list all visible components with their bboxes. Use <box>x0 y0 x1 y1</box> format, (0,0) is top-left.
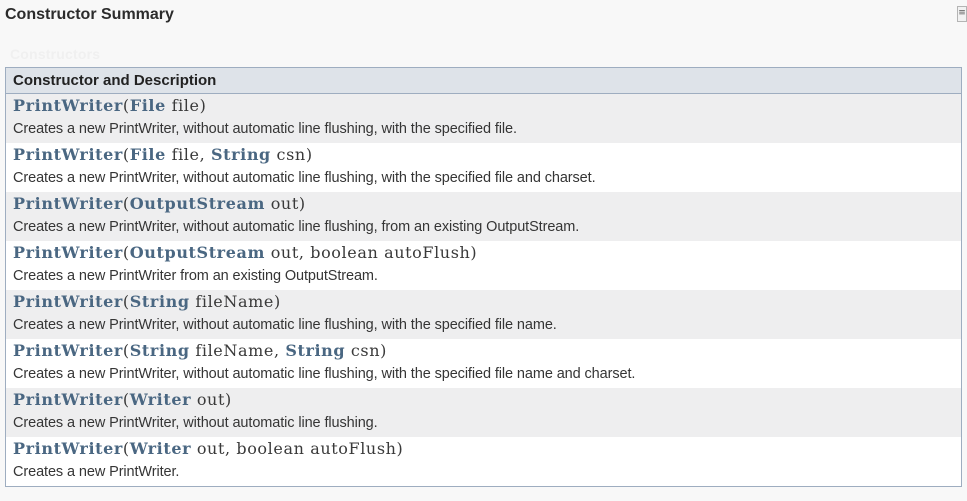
param-type-link[interactable]: File <box>130 145 166 164</box>
constructor-signature: PrintWriter(File file, String csn) <box>13 145 313 164</box>
param-type-link[interactable]: String <box>130 341 190 360</box>
constructor-table: Constructor and Description PrintWriter(… <box>5 67 962 487</box>
scroll-menu-icon[interactable]: ≡ <box>957 6 967 22</box>
paren-close: ) <box>380 341 387 360</box>
table-row: PrintWriter(Writer out) Creates a new Pri… <box>6 388 961 437</box>
param-name: out <box>270 194 299 213</box>
constructor-link[interactable]: PrintWriter <box>13 341 123 360</box>
param-separator: , <box>224 439 237 458</box>
param-name: out <box>270 243 299 262</box>
constructor-link[interactable]: PrintWriter <box>13 292 123 311</box>
constructor-link[interactable]: PrintWriter <box>13 439 123 458</box>
param-type-link[interactable]: File <box>130 96 166 115</box>
param-name: out <box>196 439 225 458</box>
param-type-link[interactable]: String <box>285 341 345 360</box>
constructor-signature: PrintWriter(String fileName, String csn) <box>13 341 387 360</box>
param-type-link[interactable]: String <box>211 145 271 164</box>
param-name: csn <box>276 145 306 164</box>
paren-open: ( <box>122 145 130 164</box>
table-row: PrintWriter(Writer out, boolean autoFlus… <box>6 437 961 486</box>
constructor-signature: PrintWriter(Writer out) <box>13 390 232 409</box>
param-name: autoFlush <box>310 439 397 458</box>
param-type-link[interactable]: Writer <box>130 439 191 458</box>
constructor-signature: PrintWriter(File file) <box>13 96 206 115</box>
param-name: file <box>171 145 200 164</box>
constructor-description: Creates a new PrintWriter, without autom… <box>13 317 557 333</box>
constructor-signature: PrintWriter(OutputStream out, boolean au… <box>13 243 477 262</box>
param-type-link[interactable]: String <box>130 292 190 311</box>
constructor-description: Creates a new PrintWriter, without autom… <box>13 219 580 235</box>
constructor-link[interactable]: PrintWriter <box>13 390 123 409</box>
param-type-link[interactable]: Writer <box>130 390 191 409</box>
param-type-link[interactable]: OutputStream <box>130 243 265 262</box>
constructor-description: Creates a new PrintWriter, without autom… <box>13 415 378 431</box>
param-name: out <box>196 390 225 409</box>
section-title: Constructor Summary <box>5 6 174 23</box>
param-name: file <box>171 96 200 115</box>
constructor-description: Creates a new PrintWriter, without autom… <box>13 170 596 186</box>
paren-open: ( <box>122 341 130 360</box>
paren-close: ) <box>305 145 313 164</box>
paren-open: ( <box>122 390 130 409</box>
table-row: PrintWriter(File file, String csn) Create… <box>6 143 961 192</box>
constructor-link[interactable]: PrintWriter <box>13 96 123 115</box>
paren-close: ) <box>199 96 207 115</box>
param-name: autoFlush <box>384 243 471 262</box>
param-name: fileName <box>195 292 274 311</box>
paren-close: ) <box>396 439 404 458</box>
table-row: PrintWriter(String fileName, String csn)… <box>6 339 961 388</box>
param-name: csn <box>350 341 381 360</box>
paren-close: ) <box>273 292 281 311</box>
constructor-rows: PrintWriter(File file) Creates a new Prin… <box>6 94 961 486</box>
paren-open: ( <box>122 243 130 262</box>
table-row: PrintWriter(String fileName) Creates a ne… <box>6 290 961 339</box>
constructor-signature: PrintWriter(String fileName) <box>13 292 281 311</box>
param-primitive-type: boolean <box>236 439 305 458</box>
param-name: fileName <box>195 341 274 360</box>
paren-open: ( <box>122 194 130 213</box>
param-separator: , <box>273 341 286 360</box>
constructor-signature: PrintWriter(Writer out, boolean autoFlus… <box>13 439 403 458</box>
constructor-description: Creates a new PrintWriter, without autom… <box>13 366 636 382</box>
table-row: PrintWriter(OutputStream out) Creates a n… <box>6 192 961 241</box>
paren-close: ) <box>224 390 232 409</box>
constructor-link[interactable]: PrintWriter <box>13 194 123 213</box>
table-row: PrintWriter(File file) Creates a new Prin… <box>6 94 961 143</box>
constructor-signature: PrintWriter(OutputStream out) <box>13 194 306 213</box>
param-primitive-type: boolean <box>310 243 379 262</box>
param-separator: , <box>199 145 211 164</box>
table-header: Constructor and Description <box>6 68 961 94</box>
constructor-description: Creates a new PrintWriter. <box>13 464 180 480</box>
table-caption: Constructors <box>10 46 101 62</box>
constructor-description: Creates a new PrintWriter from an existi… <box>13 268 378 284</box>
constructor-description: Creates a new PrintWriter, without autom… <box>13 121 517 137</box>
param-separator: , <box>298 243 311 262</box>
paren-close: ) <box>298 194 306 213</box>
constructor-summary-page: Constructor Summary Constructors Constru… <box>0 0 967 501</box>
param-type-link[interactable]: OutputStream <box>130 194 265 213</box>
paren-open: ( <box>122 292 130 311</box>
constructor-link[interactable]: PrintWriter <box>13 145 123 164</box>
paren-close: ) <box>470 243 478 262</box>
paren-open: ( <box>122 96 130 115</box>
paren-open: ( <box>122 439 130 458</box>
constructor-link[interactable]: PrintWriter <box>13 243 123 262</box>
table-row: PrintWriter(OutputStream out, boolean au… <box>6 241 961 290</box>
